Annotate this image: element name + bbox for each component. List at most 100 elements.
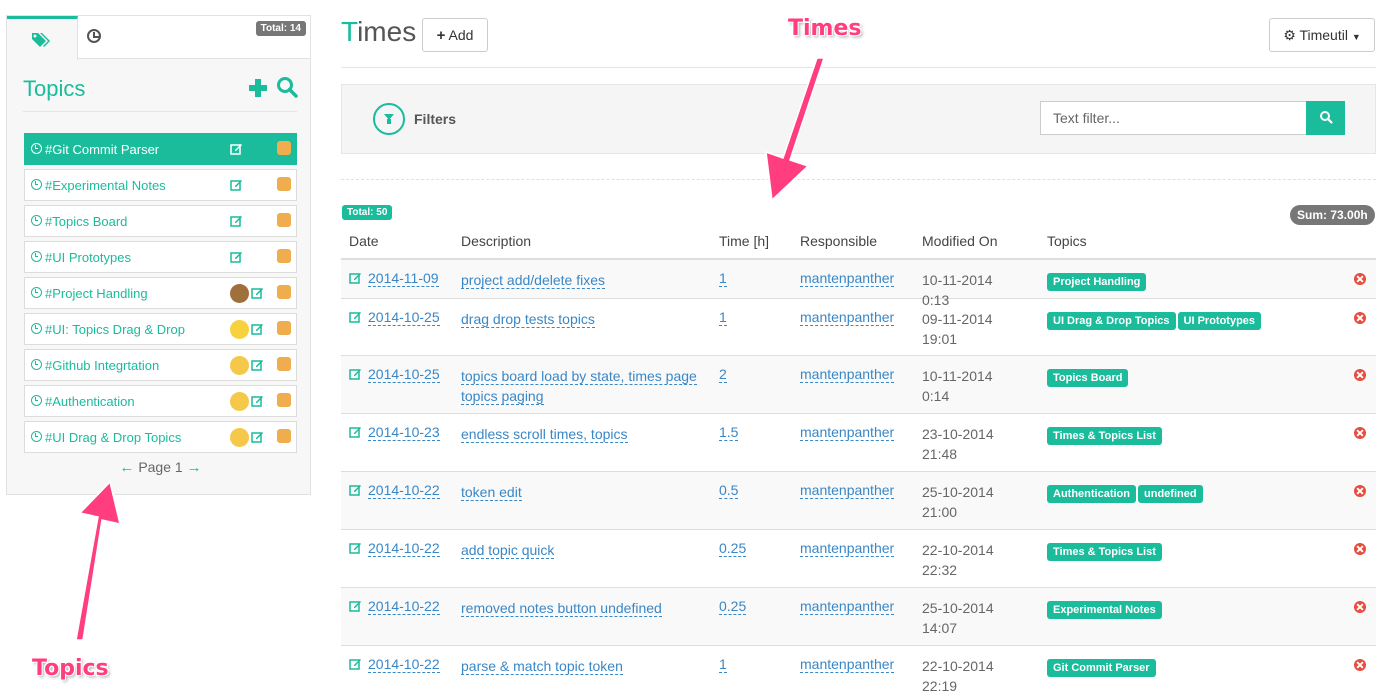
responsible-link[interactable]: mantenpanther <box>800 270 895 287</box>
topic-tag[interactable]: Experimental Notes <box>1047 601 1162 619</box>
edit-icon[interactable] <box>349 599 362 615</box>
time-link[interactable]: 0.5 <box>719 482 739 499</box>
description-link[interactable]: add topic quick <box>461 542 555 559</box>
column-header-topics[interactable]: Topics <box>1047 233 1087 249</box>
topic-tag[interactable]: Times & Topics List <box>1047 543 1162 561</box>
prev-page-arrow-icon[interactable]: ← <box>119 459 134 476</box>
delete-button[interactable] <box>1354 601 1366 613</box>
delete-button[interactable] <box>1354 369 1366 381</box>
description-link[interactable]: project add/delete fixes <box>461 272 605 289</box>
edit-icon[interactable] <box>349 483 362 499</box>
topic-tag[interactable]: UI Drag & Drop Topics <box>1047 312 1176 330</box>
topic-item[interactable]: #Git Commit Parser <box>24 133 297 165</box>
description-link[interactable]: parse & match topic token <box>461 658 623 675</box>
date-link[interactable]: 2014-10-25 <box>368 309 440 326</box>
add-topic-button[interactable] <box>248 78 268 103</box>
edit-icon[interactable] <box>251 394 264 410</box>
edit-icon[interactable] <box>349 271 362 287</box>
date-link[interactable]: 2014-10-22 <box>368 482 440 499</box>
date-link[interactable]: 2014-10-22 <box>368 598 440 615</box>
time-link[interactable]: 1 <box>719 309 727 326</box>
responsible-link[interactable]: mantenpanther <box>800 540 895 557</box>
description-link[interactable]: topics board load by state, times page t… <box>461 368 697 405</box>
topic-color-swatch[interactable] <box>277 285 291 299</box>
topic-item[interactable]: #UI Prototypes <box>24 241 297 273</box>
topic-tag[interactable]: Topics Board <box>1047 369 1129 387</box>
tab-topics[interactable] <box>7 16 78 60</box>
topic-color-swatch[interactable] <box>277 393 291 407</box>
date-link[interactable]: 2014-10-22 <box>368 656 440 673</box>
time-link[interactable]: 0.25 <box>719 598 747 615</box>
time-link[interactable]: 0.25 <box>719 540 747 557</box>
tab-times[interactable]: Total: 14 <box>78 16 310 59</box>
search-topics-button[interactable] <box>276 76 298 103</box>
time-link[interactable]: 2 <box>719 366 727 383</box>
filter-toggle[interactable] <box>373 103 405 135</box>
edit-icon[interactable] <box>349 367 362 383</box>
description-link[interactable]: removed notes button undefined <box>461 600 662 617</box>
topic-item[interactable]: #Github Integrtation <box>24 349 297 381</box>
topic-item[interactable]: #Topics Board <box>24 205 297 237</box>
description-link[interactable]: drag drop tests topics <box>461 311 595 328</box>
topic-color-swatch[interactable] <box>277 249 291 263</box>
date-link[interactable]: 2014-10-23 <box>368 424 440 441</box>
responsible-link[interactable]: mantenpanther <box>800 309 895 326</box>
edit-icon[interactable] <box>251 286 264 302</box>
responsible-link[interactable]: mantenpanther <box>800 656 895 673</box>
topic-tag[interactable]: Authentication <box>1047 485 1136 503</box>
topic-color-swatch[interactable] <box>277 141 291 155</box>
column-header-modified[interactable]: Modified On <box>922 233 997 249</box>
topic-item[interactable]: #UI: Topics Drag & Drop <box>24 313 297 345</box>
edit-icon[interactable] <box>251 358 264 374</box>
edit-icon[interactable] <box>251 322 264 338</box>
description-link[interactable]: endless scroll times, topics <box>461 426 628 443</box>
edit-icon[interactable] <box>349 657 362 673</box>
topic-item[interactable]: #Experimental Notes <box>24 169 297 201</box>
topic-item[interactable]: #UI Drag & Drop Topics <box>24 421 297 453</box>
responsible-link[interactable]: mantenpanther <box>800 366 895 383</box>
topic-item[interactable]: #Project Handling <box>24 277 297 309</box>
topic-color-swatch[interactable] <box>277 213 291 227</box>
edit-icon[interactable] <box>349 310 362 326</box>
date-link[interactable]: 2014-10-22 <box>368 540 440 557</box>
edit-icon[interactable] <box>349 425 362 441</box>
responsible-link[interactable]: mantenpanther <box>800 598 895 615</box>
delete-button[interactable] <box>1354 427 1366 439</box>
topic-tag[interactable]: Times & Topics List <box>1047 427 1162 445</box>
delete-button[interactable] <box>1354 485 1366 497</box>
delete-button[interactable] <box>1354 273 1366 285</box>
date-link[interactable]: 2014-11-09 <box>368 270 439 287</box>
edit-icon[interactable] <box>230 250 243 266</box>
delete-button[interactable] <box>1354 659 1366 671</box>
column-header-date[interactable]: Date <box>349 233 379 249</box>
topic-tag[interactable]: UI Prototypes <box>1177 312 1262 330</box>
description-link[interactable]: token edit <box>461 484 522 501</box>
column-header-time[interactable]: Time [h] <box>719 233 769 249</box>
time-link[interactable]: 1 <box>719 270 727 287</box>
delete-button[interactable] <box>1354 543 1366 555</box>
time-link[interactable]: 1.5 <box>719 424 739 441</box>
text-filter-input[interactable] <box>1040 101 1308 135</box>
column-header-description[interactable]: Description <box>461 233 531 249</box>
text-filter-search-button[interactable] <box>1306 101 1345 135</box>
delete-button[interactable] <box>1354 312 1366 324</box>
topic-tag[interactable]: undefined <box>1138 485 1203 503</box>
date-link[interactable]: 2014-10-25 <box>368 366 440 383</box>
topic-color-swatch[interactable] <box>277 429 291 443</box>
edit-icon[interactable] <box>349 541 362 557</box>
next-page-arrow-icon[interactable]: → <box>187 459 202 476</box>
column-header-responsible[interactable]: Responsible <box>800 233 877 249</box>
edit-icon[interactable] <box>230 142 243 158</box>
topic-color-swatch[interactable] <box>277 177 291 191</box>
edit-icon[interactable] <box>230 178 243 194</box>
edit-icon[interactable] <box>251 430 264 446</box>
time-link[interactable]: 1 <box>719 656 727 673</box>
timeutil-dropdown[interactable]: ⚙ Timeutil ▼ <box>1269 18 1375 52</box>
topic-item[interactable]: #Authentication <box>24 385 297 417</box>
edit-icon[interactable] <box>230 214 243 230</box>
topic-tag[interactable]: Project Handling <box>1047 273 1147 291</box>
responsible-link[interactable]: mantenpanther <box>800 424 895 441</box>
topic-color-swatch[interactable] <box>277 357 291 371</box>
responsible-link[interactable]: mantenpanther <box>800 482 895 499</box>
topic-tag[interactable]: Git Commit Parser <box>1047 659 1156 677</box>
